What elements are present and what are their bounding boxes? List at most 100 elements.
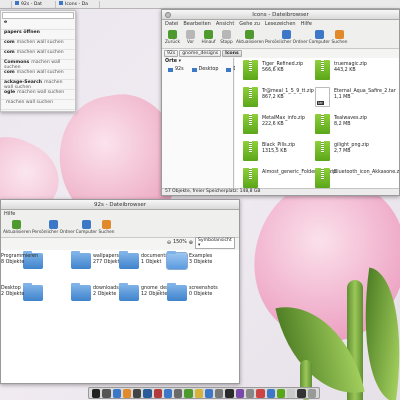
breadcrumb-item[interactable]: gnome_designs (179, 50, 222, 57)
toolbar-button[interactable]: Aktualisieren (3, 219, 31, 236)
zip-file-icon[interactable] (243, 168, 258, 188)
app-launcher-icon[interactable] (112, 388, 121, 398)
app-launcher-icon[interactable] (153, 388, 162, 398)
menu-item[interactable]: Hilfe (301, 21, 312, 27)
zip-file-icon[interactable] (315, 141, 330, 161)
zip-file-icon[interactable] (243, 114, 258, 134)
launcher-item[interactable]: papers öffnen (1, 30, 75, 40)
file-label[interactable]: gilight_png.zip 2,7 MB (334, 143, 369, 154)
toolbar-button[interactable]: Vor (182, 29, 199, 47)
taskbar-item[interactable] (0, 0, 12, 8)
launcher-item[interactable]: ogle machen wall suchen (1, 90, 75, 100)
app-launcher-icon[interactable] (174, 388, 183, 398)
app-launcher-icon[interactable] (256, 388, 265, 398)
menu-item[interactable]: Lesezeichen (265, 21, 296, 27)
file-label[interactable]: MetalMax_info.zip 222,6 KB (262, 116, 305, 127)
folder-icon[interactable] (71, 251, 91, 269)
app-launcher-icon[interactable] (307, 388, 316, 398)
sidebar-item[interactable]: Desktop (189, 66, 222, 73)
folder-icon[interactable] (23, 283, 43, 301)
app-launcher-icon[interactable] (133, 388, 142, 398)
zoom-in-icon[interactable]: ⊕ (189, 240, 193, 246)
zip-file-icon[interactable] (315, 60, 330, 80)
title-bar[interactable]: Icons - Dateibrowser (162, 10, 399, 20)
view-mode-select[interactable]: Symbolansicht ▾ (195, 236, 235, 249)
zoom-level[interactable]: 150% (173, 240, 187, 245)
launcher-item[interactable]: ackage-Search machen wall suchen (1, 80, 75, 90)
toolbar-button[interactable]: Persönlicher Ordner (265, 29, 308, 47)
app-launcher-icon[interactable] (297, 388, 306, 398)
toolbar-button[interactable]: Hinauf (200, 29, 217, 47)
zoom-out-icon[interactable]: ⊖ (167, 240, 171, 246)
app-launcher-icon[interactable] (215, 388, 224, 398)
launcher-item[interactable]: com machen wall suchen (1, 40, 75, 50)
toolbar-button[interactable]: Suchen (98, 219, 115, 236)
app-launcher-icon[interactable] (235, 388, 244, 398)
launcher-item[interactable]: e (1, 20, 75, 30)
zip-file-icon[interactable] (315, 168, 330, 188)
folder-label[interactable]: wallpapers 277 Objekte (93, 254, 122, 265)
sidebar-header[interactable]: Orte ▾ (162, 58, 233, 65)
app-launcher-icon[interactable] (143, 388, 152, 398)
file-label[interactable]: truemagic.zip 443,2 KB (334, 62, 367, 73)
file-label[interactable]: Eternal_Aqua_Safire_2.tar 1,1 MB (334, 89, 396, 100)
file-label[interactable]: Bluetooth_icon_Akkasone.zip (334, 170, 399, 176)
taskbar-item[interactable]: 92s - Dat (12, 0, 56, 8)
title-bar[interactable]: 92s - Dateibrowser (1, 200, 239, 210)
launcher-item[interactable]: com machen wall suchen (1, 70, 75, 80)
folder-label[interactable]: Programmieren 8 Objekte (1, 254, 38, 265)
toolbar-button[interactable]: Aktualisieren (236, 29, 264, 47)
archive-file-icon[interactable]: tar (315, 87, 330, 107)
file-label[interactable]: Tealwaves.zip 8,2 MB (334, 116, 367, 127)
launcher-search-field[interactable] (2, 12, 74, 19)
launcher-item[interactable]: Commons machen wall suchen (1, 60, 75, 70)
folder-label[interactable]: Examples 3 Objekte (189, 254, 212, 265)
folder-label[interactable]: documents 1 Objekt (141, 254, 168, 265)
file-label[interactable]: Tiger_Refined.zip 566,6 KB (262, 62, 303, 73)
folder-label[interactable]: Desktop 2 Objekte (1, 286, 24, 297)
app-launcher-icon[interactable] (266, 388, 275, 398)
folder-icon[interactable] (119, 251, 139, 269)
launcher-item[interactable]: com machen wall suchen (1, 50, 75, 60)
close-icon[interactable] (165, 12, 171, 18)
zip-file-icon[interactable] (243, 141, 258, 161)
app-launcher-icon[interactable] (276, 388, 286, 398)
app-launcher-icon[interactable] (225, 388, 234, 398)
app-launcher-icon[interactable] (122, 388, 132, 398)
toolbar-button[interactable]: Computer (309, 29, 330, 47)
folder-icon[interactable] (119, 283, 139, 301)
folder-icon[interactable] (167, 283, 187, 301)
app-launcher-icon[interactable] (194, 388, 203, 398)
toolbar-button[interactable]: Suchen (331, 29, 348, 47)
toolbar-button[interactable]: Computer (76, 219, 97, 236)
app-launcher-icon[interactable] (184, 388, 193, 398)
menu-item[interactable]: Datei (165, 21, 178, 27)
zip-file-icon[interactable] (315, 114, 330, 134)
file-label[interactable]: Tr@meal_1_5_9_tt.zip 867,2 KB (262, 89, 314, 100)
menu-help[interactable]: Hilfe (4, 211, 15, 217)
toolbar-button[interactable]: Persönlicher Ordner (32, 219, 75, 236)
app-launcher-icon[interactable] (92, 388, 101, 398)
launcher-item[interactable]: machen wall suchen (1, 100, 75, 110)
toolbar-button[interactable]: Zurück (164, 29, 181, 47)
menu-item[interactable]: Gehe zu (239, 21, 260, 27)
app-launcher-icon[interactable] (245, 388, 255, 398)
zip-file-icon[interactable] (243, 87, 258, 107)
sidebar-item[interactable]: 92s (165, 66, 187, 73)
folder-icon[interactable] (71, 283, 91, 301)
menu-item[interactable]: Ansicht (216, 21, 234, 27)
breadcrumb-item[interactable]: Icons (222, 50, 242, 57)
folder-icon[interactable] (166, 251, 188, 270)
breadcrumb-item[interactable]: 92s (164, 50, 179, 57)
folder-label[interactable]: screenshots 0 Objekte (189, 286, 218, 297)
file-label[interactable]: Black_Pills.zip 1315,5 KB (262, 143, 295, 154)
app-launcher-icon[interactable] (204, 388, 214, 398)
app-launcher-icon[interactable] (287, 388, 296, 398)
toolbar-button[interactable]: Stopp (218, 29, 235, 47)
folder-label[interactable]: downloads 2 Objekte (93, 286, 119, 297)
app-launcher-icon[interactable] (102, 388, 111, 398)
app-launcher-icon[interactable] (163, 388, 173, 398)
zip-file-icon[interactable] (243, 60, 258, 80)
taskbar-item[interactable]: Icons - Da (56, 0, 100, 8)
menu-item[interactable]: Bearbeiten (183, 21, 210, 27)
